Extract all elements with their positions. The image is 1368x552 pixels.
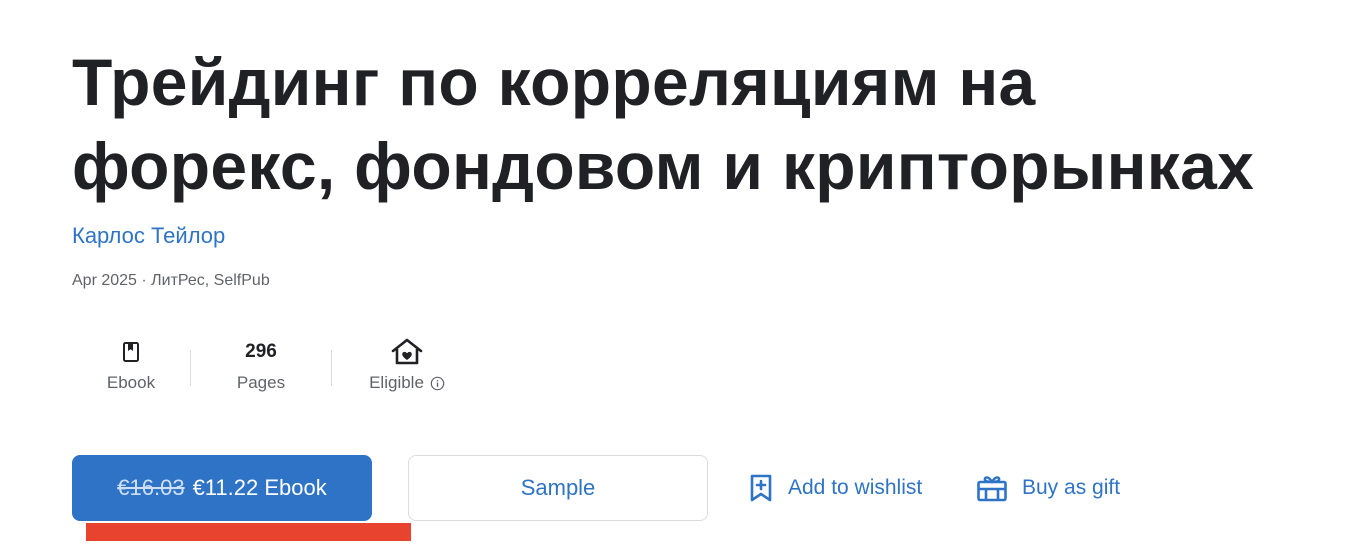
book-title: Трейдинг по корреляциям на форекс, фондо… — [72, 45, 1255, 203]
family-home-heart-icon — [391, 338, 423, 365]
gift-label: Buy as gift — [1022, 476, 1121, 499]
stat-format: Ebook — [72, 332, 190, 404]
book-stats: Ebook 296 Pages Eligible — [72, 332, 482, 404]
bookmark-add-icon — [750, 474, 772, 502]
info-icon[interactable] — [430, 376, 445, 391]
bookmark-book-icon — [123, 342, 139, 362]
buy-ebook-button[interactable]: €16.03 €11.22 Ebook — [72, 455, 372, 521]
gift-icon — [977, 476, 1007, 502]
sample-button[interactable]: Sample — [408, 455, 708, 521]
stat-pages: 296 Pages — [191, 332, 331, 404]
book-details-page: Трейдинг по корреляциям на форекс, фондо… — [0, 0, 1368, 552]
author-link[interactable]: Карлос Тейлор — [72, 222, 225, 250]
buy-as-gift-button[interactable]: Buy as gift — [976, 468, 1120, 508]
buy-label: €11.22 Ebook — [192, 475, 327, 500]
format-label: Ebook — [106, 373, 156, 392]
wishlist-label: Add to wishlist — [788, 476, 923, 499]
publication-meta: Apr 2025 · ЛитРес, SelfPub — [72, 272, 270, 289]
stat-eligible: Eligible — [332, 332, 482, 404]
pages-count: 296 — [245, 341, 277, 362]
original-price: €16.03 — [117, 475, 185, 500]
pages-label: Pages — [236, 373, 286, 392]
annotation-underline — [86, 523, 411, 541]
add-to-wishlist-button[interactable]: Add to wishlist — [748, 468, 922, 508]
eligible-label: Eligible — [369, 373, 424, 392]
